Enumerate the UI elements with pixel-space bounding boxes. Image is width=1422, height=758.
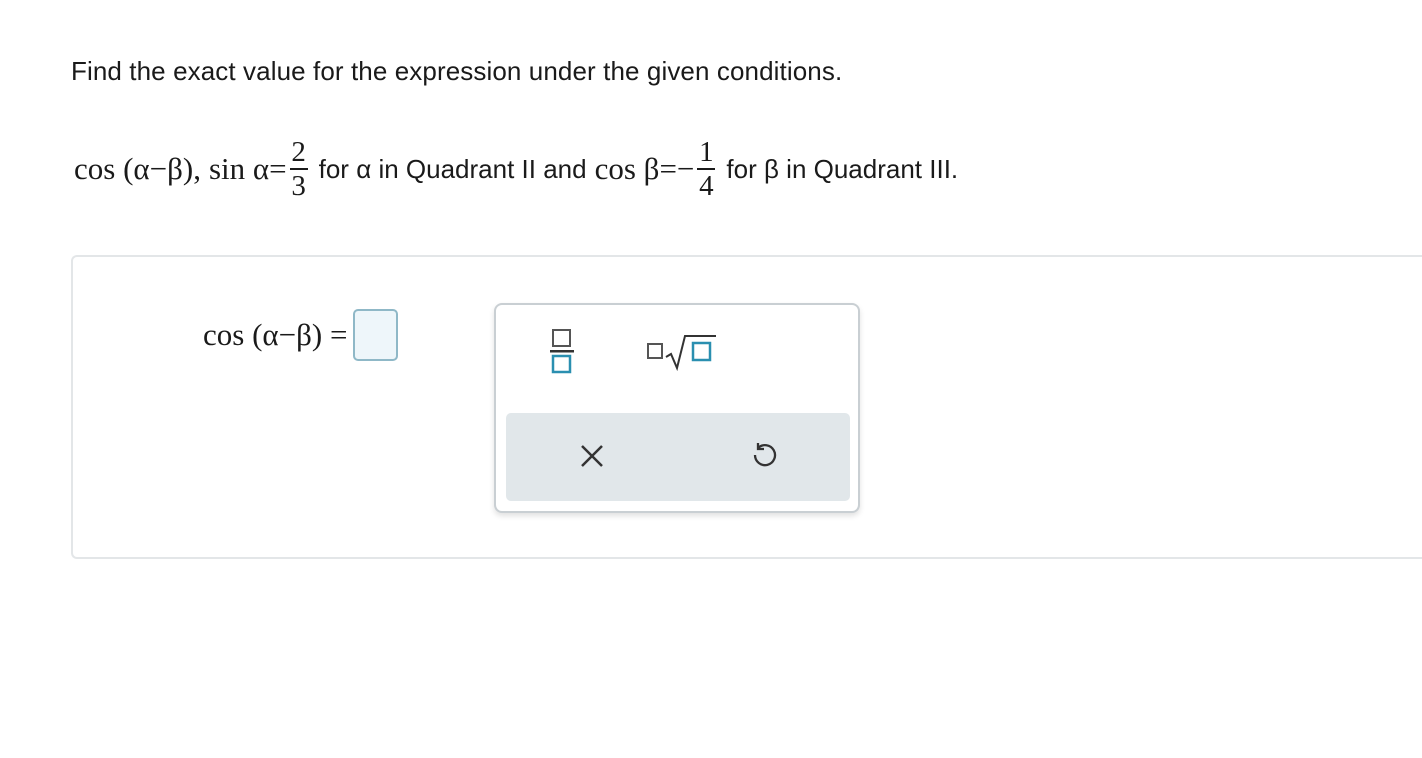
fraction-numerator: 1 bbox=[699, 136, 714, 168]
fraction-icon bbox=[549, 326, 575, 381]
cos-beta-label: cos β bbox=[594, 151, 660, 186]
fraction-button[interactable] bbox=[532, 323, 592, 383]
fraction-denominator: 3 bbox=[291, 170, 306, 202]
equals-negative-sign: =− bbox=[659, 151, 695, 186]
undo-button[interactable] bbox=[734, 432, 794, 484]
answer-lhs: cos (α−β) = bbox=[203, 317, 348, 352]
nth-root-icon bbox=[644, 330, 718, 377]
sin-alpha-label: sin α bbox=[208, 151, 270, 186]
instruction-text: Find the exact value for the expression … bbox=[71, 56, 843, 86]
clear-icon bbox=[579, 443, 605, 474]
sin-alpha-fraction: 2 3 bbox=[289, 136, 308, 202]
equals-sign: = bbox=[269, 151, 287, 186]
fraction-denominator: 4 bbox=[699, 170, 714, 202]
palette-action-bar bbox=[506, 413, 850, 501]
answer-row: cos (α−β) = bbox=[203, 306, 399, 364]
cos-beta-fraction: 1 4 bbox=[697, 136, 716, 202]
problem-statement: cos (α−β), sin α = 2 3 for α in Quadrant… bbox=[74, 124, 958, 214]
beta-quadrant-condition: for β in Quadrant III. bbox=[726, 153, 959, 184]
target-expression: cos (α−β), bbox=[74, 151, 201, 186]
undo-icon bbox=[750, 442, 778, 475]
alpha-quadrant-condition: for α in Quadrant II and bbox=[318, 153, 587, 184]
math-palette bbox=[494, 303, 860, 513]
clear-button[interactable] bbox=[562, 432, 622, 484]
fraction-numerator: 2 bbox=[291, 136, 306, 168]
nth-root-button[interactable] bbox=[636, 323, 726, 383]
answer-input[interactable] bbox=[353, 309, 399, 361]
